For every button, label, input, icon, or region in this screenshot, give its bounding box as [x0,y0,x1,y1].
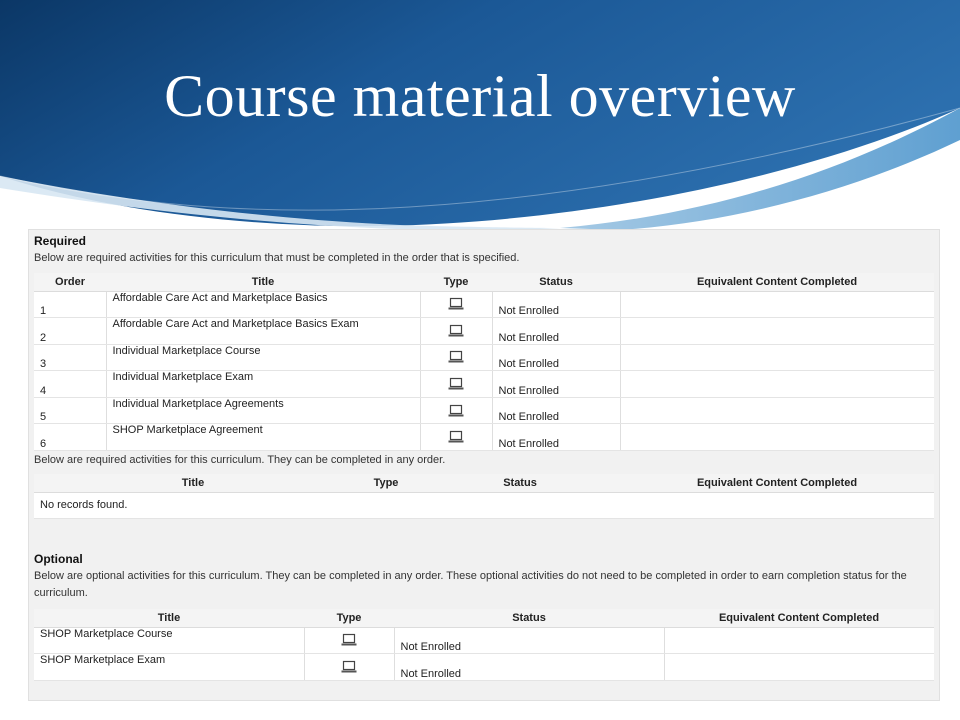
activity-title-link[interactable]: Affordable Care Act and Marketplace Basi… [106,317,421,345]
column-header-title[interactable]: Title [106,273,420,292]
order-cell: 1 [34,291,107,319]
no-records-message: No records found. [34,492,934,520]
column-header-title[interactable]: Title [34,609,304,628]
table-header-row: Order Title Type Status Equivalent Conte… [34,273,934,292]
equivalent-cell [664,653,934,681]
status-cell: Not Enrolled [492,344,621,372]
type-cell [420,370,493,398]
order-cell: 2 [34,317,107,345]
type-cell [420,317,493,345]
status-cell: Not Enrolled [492,370,621,398]
column-header-order[interactable]: Order [34,273,106,292]
activity-title-link[interactable]: SHOP Marketplace Exam [34,653,305,681]
status-cell: Not Enrolled [492,291,621,319]
column-header-type[interactable]: Type [352,474,420,493]
table-row: 1 Affordable Care Act and Marketplace Ba… [34,291,934,319]
activity-title-link[interactable]: Affordable Care Act and Marketplace Basi… [106,291,421,319]
order-cell: 6 [34,423,107,452]
table-row: 2 Affordable Care Act and Marketplace Ba… [34,317,934,345]
laptop-icon [341,634,357,646]
type-cell [420,291,493,319]
required-ordered-description: Below are required activities for this c… [34,252,520,264]
status-cell: Not Enrolled [394,653,665,681]
order-cell: 5 [34,397,107,425]
activity-title-link[interactable]: Individual Marketplace Exam [106,370,421,398]
type-cell [304,653,395,681]
laptop-icon [448,298,464,310]
column-header-title[interactable]: Title [34,474,352,493]
curriculum-panel: Required Below are required activities f… [28,229,940,701]
laptop-icon [448,431,464,443]
type-cell [420,344,493,372]
equivalent-cell [620,291,934,319]
optional-heading: Optional [34,552,83,566]
equivalent-cell [620,317,934,345]
table-header-row: Title Type Status Equivalent Content Com… [34,474,934,493]
equivalent-cell [620,370,934,398]
table-row: 5 Individual Marketplace Agreements Not … [34,397,934,425]
type-cell [304,627,395,655]
activity-title-link[interactable]: Individual Marketplace Course [106,344,421,372]
equivalent-cell [620,423,934,452]
laptop-icon [341,660,357,673]
column-header-equivalent[interactable]: Equivalent Content Completed [664,609,934,628]
type-cell [420,423,493,452]
laptop-icon [448,324,464,337]
type-cell [420,397,493,425]
table-row: 3 Individual Marketplace Course Not Enro… [34,344,934,372]
required-any-order-table: Title Type Status Equivalent Content Com… [34,474,934,520]
table-row: SHOP Marketplace Course Not Enrolled [34,627,934,655]
table-header-row: Title Type Status Equivalent Content Com… [34,609,934,628]
optional-table: Title Type Status Equivalent Content Com… [34,609,934,681]
table-row: 4 Individual Marketplace Exam Not Enroll… [34,370,934,398]
activity-title-link[interactable]: SHOP Marketplace Agreement [106,423,421,452]
activity-title-link[interactable]: SHOP Marketplace Course [34,627,305,655]
required-any-order-description: Below are required activities for this c… [34,454,446,466]
column-header-status[interactable]: Status [394,609,664,628]
required-heading: Required [34,234,87,248]
status-cell: Not Enrolled [492,397,621,425]
required-ordered-table: Order Title Type Status Equivalent Conte… [34,273,934,452]
equivalent-cell [620,397,934,425]
column-header-status[interactable]: Status [420,474,620,493]
empty-row: No records found. [34,492,934,520]
column-header-status[interactable]: Status [492,273,620,292]
equivalent-cell [664,627,934,655]
column-header-type[interactable]: Type [304,609,394,628]
column-header-equivalent[interactable]: Equivalent Content Completed [620,474,934,493]
column-header-type[interactable]: Type [420,273,492,292]
order-cell: 3 [34,344,107,372]
status-cell: Not Enrolled [492,317,621,345]
order-cell: 4 [34,370,107,398]
optional-description: Below are optional activities for this c… [34,570,907,599]
laptop-icon [448,377,464,390]
status-cell: Not Enrolled [394,627,665,655]
slide-header: Course material overview [0,0,960,240]
page-title: Course material overview [164,63,796,129]
laptop-icon [448,404,464,417]
activity-title-link[interactable]: Individual Marketplace Agreements [106,397,421,425]
laptop-icon [448,351,464,363]
table-row: SHOP Marketplace Exam Not Enrolled [34,653,934,681]
status-cell: Not Enrolled [492,423,621,452]
column-header-equivalent[interactable]: Equivalent Content Completed [620,273,934,292]
table-row: 6 SHOP Marketplace Agreement Not Enrolle… [34,423,934,452]
equivalent-cell [620,344,934,372]
